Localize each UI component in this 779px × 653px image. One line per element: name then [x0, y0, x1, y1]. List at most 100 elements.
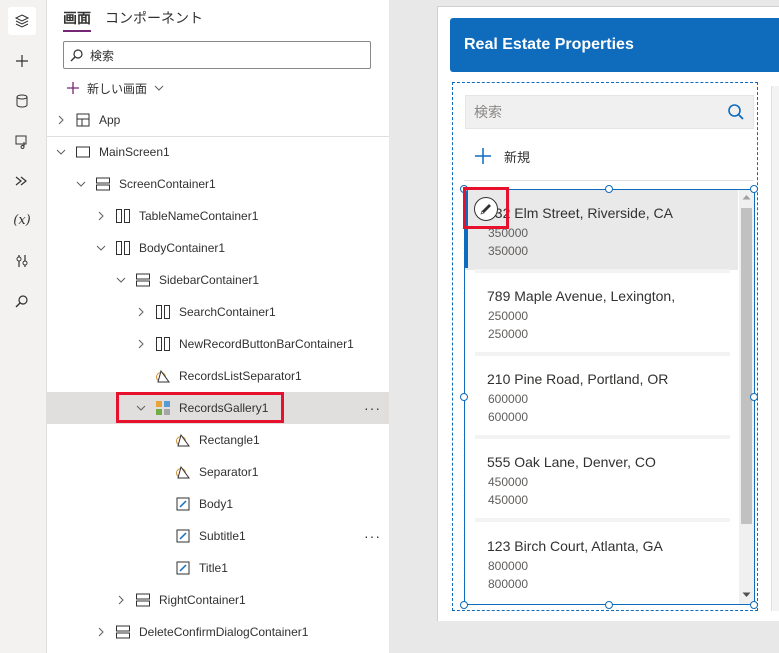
chevron-down-icon[interactable] — [115, 274, 127, 286]
tree-item-body[interactable]: Body1 — [47, 488, 389, 520]
chevron-down-icon[interactable] — [95, 242, 107, 254]
search-icon — [64, 48, 90, 62]
new-screen-button[interactable]: 新しい画面 — [65, 78, 165, 98]
tree-item-searchcontainer[interactable]: SearchContainer1 — [47, 296, 389, 328]
gallery-item-body: 250000 — [488, 327, 529, 341]
horizontal-container-icon — [155, 304, 171, 320]
gallery-item-subtitle: 800000 — [488, 559, 529, 573]
gallery-item[interactable]: 123 Birch Court, Atlanta, GA 800000 8000… — [465, 523, 738, 603]
records-gallery[interactable]: 432 Elm Street, Riverside, CA 350000 350… — [464, 189, 755, 605]
gallery-item-title: 789 Maple Avenue, Lexington, — [487, 288, 676, 304]
gallery-item-title: 210 Pine Road, Portland, OR — [487, 371, 669, 387]
variables-icon[interactable]: (x) — [8, 206, 36, 234]
plus-icon — [67, 82, 79, 94]
edit-label-icon — [175, 528, 191, 544]
power-automate-icon[interactable] — [8, 167, 36, 195]
edit-label-icon — [175, 496, 191, 512]
scroll-up-icon[interactable] — [742, 194, 751, 200]
resize-handle[interactable] — [750, 185, 758, 193]
app-search-input[interactable]: 検索 — [465, 95, 754, 129]
vertical-container-icon — [135, 592, 151, 608]
scroll-down-icon[interactable] — [742, 592, 751, 598]
resize-handle[interactable] — [460, 393, 468, 401]
new-record-button[interactable]: 新規 — [474, 145, 530, 167]
tab-screens[interactable]: 画面 — [63, 8, 91, 32]
tree-item-separator[interactable]: Separator1 — [47, 456, 389, 488]
tree-label: RightContainer1 — [159, 593, 246, 607]
search-placeholder: 検索 — [90, 48, 115, 63]
tree-item-rectangle[interactable]: Rectangle1 — [47, 424, 389, 456]
chevron-down-icon[interactable] — [55, 146, 67, 158]
tree-label: ScreenContainer1 — [119, 177, 216, 191]
insert-icon[interactable] — [8, 47, 36, 75]
horizontal-container-icon — [115, 208, 131, 224]
media-icon[interactable] — [8, 127, 36, 155]
chevron-right-icon[interactable] — [115, 594, 127, 606]
tree-item-bodycontainer[interactable]: BodyContainer1 — [47, 232, 389, 264]
tree-tabs: 画面 コンポーネント — [63, 8, 203, 32]
tree-item-title[interactable]: Title1 — [47, 552, 389, 584]
vertical-container-icon — [115, 624, 131, 640]
tree-label: Body1 — [199, 497, 234, 511]
tree-item-app[interactable]: App — [47, 104, 389, 137]
resize-handle[interactable] — [460, 601, 468, 609]
chevron-right-icon[interactable] — [135, 306, 147, 318]
gallery-item-body: 350000 — [488, 244, 529, 258]
shape-icon — [155, 368, 171, 384]
more-options-icon[interactable]: ··· — [364, 528, 381, 544]
gallery-item-title: 432 Elm Street, Riverside, CA — [487, 205, 673, 221]
vertical-container-icon — [95, 176, 111, 192]
app-header: Real Estate Properties — [450, 18, 779, 72]
tree-item-mainscreen[interactable]: MainScreen1 — [47, 136, 389, 168]
resize-handle[interactable] — [605, 601, 613, 609]
resize-handle[interactable] — [605, 185, 613, 193]
new-record-label: 新規 — [504, 149, 531, 165]
tree-item-newrecordbar[interactable]: NewRecordButtonBarContainer1 — [47, 328, 389, 360]
highlight-box-edit — [463, 187, 509, 229]
app-icon — [75, 112, 91, 128]
search-rail-icon[interactable] — [8, 287, 36, 315]
chevron-down-icon[interactable] — [75, 178, 87, 190]
gallery-item-body: 450000 — [488, 493, 529, 507]
chevron-right-icon[interactable] — [95, 210, 107, 222]
tree-label: DeleteConfirmDialogContainer1 — [139, 625, 309, 639]
gallery-item[interactable]: 789 Maple Avenue, Lexington, 250000 2500… — [465, 273, 738, 353]
screen-icon — [75, 144, 91, 160]
right-container — [771, 86, 779, 611]
gallery-item-body: 800000 — [488, 577, 529, 591]
plus-icon — [475, 148, 491, 164]
left-rail: (x) — [0, 0, 47, 653]
tree-item-subtitle[interactable]: Subtitle1 ··· — [47, 520, 389, 552]
tree-item-screencontainer[interactable]: ScreenContainer1 — [47, 168, 389, 200]
tree-label: App — [99, 113, 121, 127]
chevron-right-icon[interactable] — [55, 114, 67, 126]
gallery-item[interactable]: 210 Pine Road, Portland, OR 600000 60000… — [465, 356, 738, 436]
tree-label: NewRecordButtonBarContainer1 — [179, 337, 354, 351]
tree-view-icon[interactable] — [8, 7, 36, 35]
more-options-icon[interactable]: ··· — [364, 400, 381, 416]
advanced-tools-icon[interactable] — [8, 247, 36, 275]
tree-label: Subtitle1 — [199, 529, 246, 543]
scrollbar-thumb[interactable] — [741, 208, 752, 524]
tree-label: TableNameContainer1 — [139, 209, 259, 223]
data-icon[interactable] — [8, 87, 36, 115]
tree-item-rightcontainer[interactable]: RightContainer1 — [47, 584, 389, 616]
tree-label: Rectangle1 — [199, 433, 260, 447]
highlight-box-tree — [116, 392, 284, 423]
tree-item-sidebarcontainer[interactable]: SidebarContainer1 — [47, 264, 389, 296]
tree-item-tablenamecontainer[interactable]: TableNameContainer1 — [47, 200, 389, 232]
tab-components[interactable]: コンポーネント — [105, 8, 203, 32]
tree-label: Separator1 — [199, 465, 259, 479]
chevron-right-icon[interactable] — [95, 626, 107, 638]
tree-item-deletedialog[interactable]: DeleteConfirmDialogContainer1 — [47, 616, 389, 648]
gallery-item[interactable]: 555 Oak Lane, Denver, CO 450000 450000 — [465, 439, 738, 519]
chevron-right-icon[interactable] — [135, 338, 147, 350]
tree-item-recordslistseparator[interactable]: RecordsListSeparator1 — [47, 360, 389, 392]
resize-handle[interactable] — [750, 393, 758, 401]
horizontal-container-icon — [155, 336, 171, 352]
tree-search-input[interactable]: 検索 — [63, 41, 371, 69]
resize-handle[interactable] — [750, 601, 758, 609]
new-screen-label: 新しい画面 — [87, 81, 148, 96]
app-header-title: Real Estate Properties — [464, 36, 634, 53]
app-search-placeholder: 検索 — [474, 104, 502, 120]
